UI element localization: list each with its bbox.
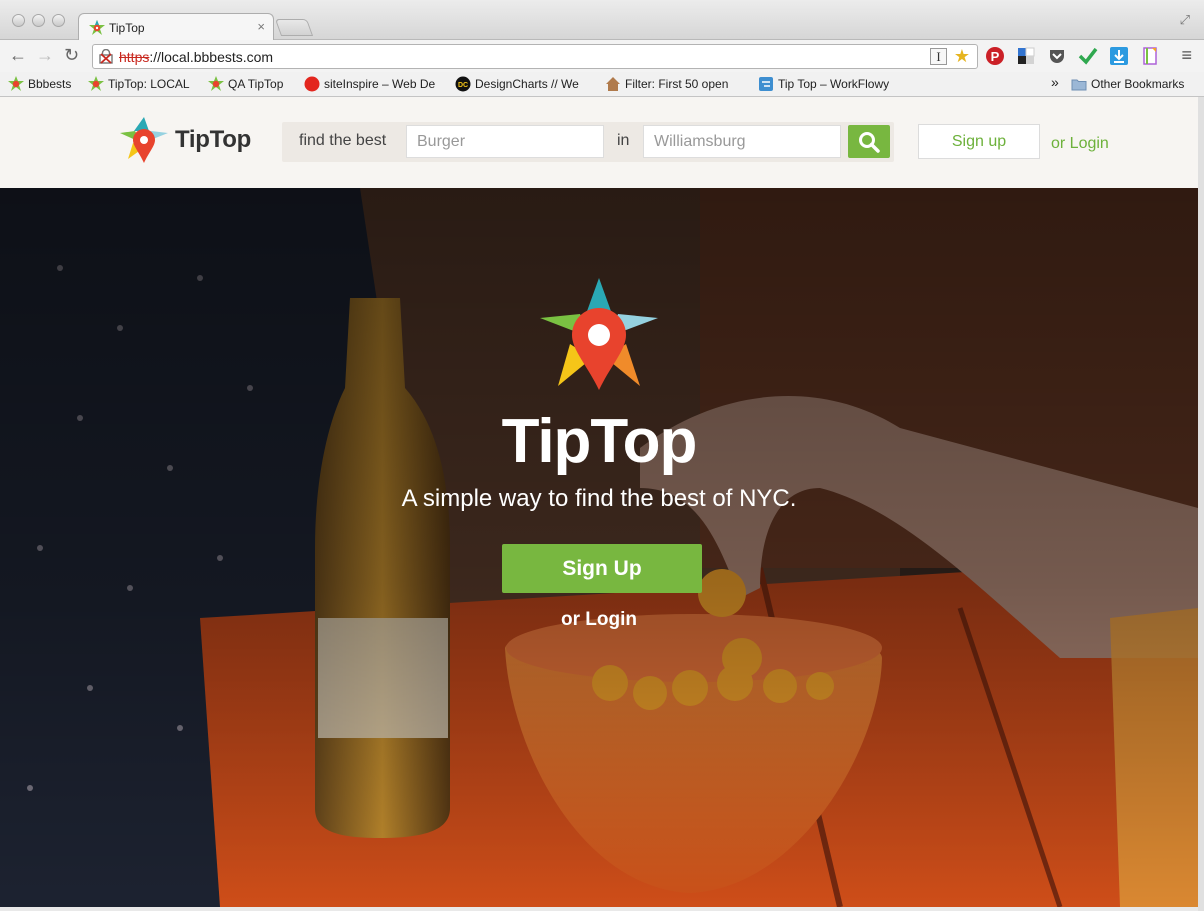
hero-section: TipTop A simple way to find the best of …	[0, 188, 1198, 907]
page-scrollbar[interactable]	[1198, 97, 1204, 911]
web-page: TipTop find the best in Sign up or Login	[0, 97, 1198, 907]
tiptop-hero-logo-icon	[540, 278, 658, 390]
svg-text:P: P	[991, 49, 1000, 64]
other-bookmarks-folder[interactable]: Other Bookmarks	[1071, 76, 1184, 92]
forward-icon[interactable]: →	[36, 45, 54, 65]
pocket-icon[interactable]	[1047, 46, 1067, 66]
browser-tab[interactable]: TipTop ×	[78, 13, 274, 41]
dc-icon: DC	[455, 76, 471, 92]
zoom-window-button[interactable]	[52, 14, 65, 27]
hero-tagline: A simple way to find the best of NYC.	[401, 485, 797, 512]
folder-icon	[1071, 79, 1087, 91]
bookmark-star-icon[interactable]: ★	[954, 46, 970, 67]
bookmark-bbbests[interactable]: Bbbests	[8, 76, 71, 92]
bookmark-label: Filter: First 50 open	[625, 77, 729, 91]
bookmark-qa-tiptop[interactable]: QA TipTop	[208, 76, 283, 92]
tiptop-favicon-icon	[89, 20, 105, 35]
url-text: https://local.bbbests.com	[119, 49, 273, 65]
tab-title: TipTop	[109, 21, 145, 35]
house-icon	[606, 77, 620, 91]
tiptop-favicon-icon	[88, 76, 104, 91]
where-search-input[interactable]	[643, 125, 841, 158]
what-search-input[interactable]	[406, 125, 604, 158]
download-icon[interactable]	[1109, 46, 1129, 66]
search-icon	[859, 131, 880, 153]
close-window-button[interactable]	[12, 14, 25, 27]
bookmark-siteinspire[interactable]: siteInspire – Web De	[304, 76, 435, 92]
new-tab-button[interactable]	[274, 19, 314, 36]
bookmark-label: siteInspire – Web De	[324, 77, 436, 91]
bookmark-label: TipTop: LOCAL	[108, 77, 190, 91]
bookmark-tiptop-local[interactable]: TipTop: LOCAL	[88, 76, 190, 92]
pinterest-icon[interactable]: P	[985, 46, 1005, 66]
chrome-menu-icon[interactable]: ≡	[1181, 45, 1192, 66]
header-login-link[interactable]: or Login	[1051, 135, 1109, 153]
reload-icon[interactable]: ↻	[64, 45, 79, 65]
hero-content: TipTop A simple way to find the best of …	[0, 188, 1198, 907]
red-circle-icon	[304, 76, 320, 92]
site-header: TipTop find the best in Sign up or Login	[0, 97, 1198, 188]
browser-window: TipTop × ⤢ ← → ↻ https://local.bbbests.c…	[0, 0, 1204, 911]
bookmark-filter[interactable]: Filter: First 50 open	[605, 76, 728, 92]
bookmarks-overflow-icon[interactable]: »	[1051, 74, 1059, 90]
tiptop-favicon-icon	[208, 76, 224, 91]
search-button[interactable]	[848, 125, 890, 158]
fullscreen-icon[interactable]: ⤢	[1180, 12, 1190, 28]
tab-close-icon[interactable]: ×	[257, 19, 265, 34]
header-signup-button[interactable]: Sign up	[918, 124, 1040, 159]
delicious-icon[interactable]	[1016, 46, 1036, 66]
bookmark-label: Other Bookmarks	[1091, 77, 1185, 91]
notes-extension-icon[interactable]	[1140, 46, 1160, 66]
find-the-best-label: find the best	[299, 132, 387, 149]
url-host: ://local.bbbests.com	[149, 49, 274, 65]
bookmark-workflowy[interactable]: Tip Top – WorkFlowy	[758, 76, 889, 92]
hero-login-link[interactable]: or Login	[0, 609, 1198, 631]
hero-title: TipTop	[501, 407, 698, 476]
browser-toolbar: ← → ↻ https://local.bbbests.com I ★ P ≡	[0, 40, 1204, 72]
svg-text:DC: DC	[458, 82, 468, 89]
bookmark-label: QA TipTop	[228, 77, 284, 91]
checkmark-icon[interactable]	[1078, 46, 1098, 66]
address-bar[interactable]: https://local.bbbests.com I ★	[92, 44, 978, 69]
in-label: in	[617, 132, 630, 149]
broken-lock-icon	[99, 49, 113, 64]
logo-wordmark[interactable]: TipTop	[175, 126, 251, 154]
back-icon[interactable]: ←	[9, 45, 27, 65]
bookmarks-bar: Bbbests TipTop: LOCAL QA TipTop siteInsp…	[0, 72, 1204, 97]
title-bar: TipTop × ⤢	[0, 0, 1204, 41]
instapaper-icon[interactable]: I	[930, 48, 947, 65]
tiptop-logo-icon[interactable]	[120, 117, 168, 163]
bookmark-label: Tip Top – WorkFlowy	[778, 77, 890, 91]
url-scheme: https	[119, 49, 150, 65]
minimize-window-button[interactable]	[32, 14, 45, 27]
bookmark-label: Bbbests	[28, 77, 72, 91]
tiptop-favicon-icon	[8, 76, 24, 91]
bookmark-label: DesignCharts // We	[475, 77, 579, 91]
workflowy-icon	[759, 77, 773, 91]
bookmark-designcharts[interactable]: DC DesignCharts // We	[455, 76, 579, 92]
hero-signup-button[interactable]: Sign Up	[502, 544, 702, 593]
